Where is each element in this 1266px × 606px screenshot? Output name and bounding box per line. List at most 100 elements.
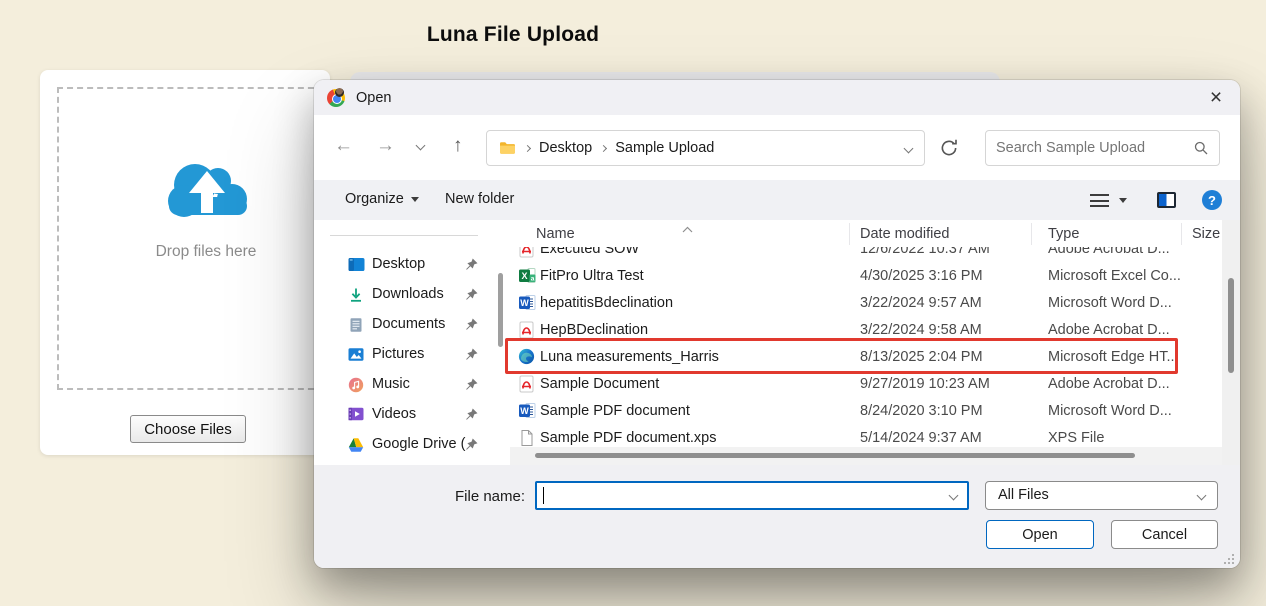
dialog-titlebar: Open × [314, 80, 1240, 115]
horizontal-scrollbar-track[interactable] [510, 447, 1222, 465]
list-view-icon[interactable] [1090, 194, 1109, 207]
pdf-icon [518, 247, 535, 258]
music-icon [348, 377, 365, 394]
resize-grip[interactable] [1223, 552, 1235, 564]
svg-text:a: a [531, 275, 535, 282]
choose-files-button[interactable]: Choose Files [130, 415, 246, 443]
pin-icon[interactable] [464, 377, 479, 392]
horizontal-scrollbar-thumb[interactable] [535, 453, 1135, 458]
chevron-down-icon [1197, 491, 1207, 501]
sidebar-item-documents[interactable]: Documents [314, 310, 510, 340]
file-name-label: File name: [455, 488, 525, 505]
word-icon: W [518, 402, 535, 420]
excel-icon: Xa [518, 267, 535, 285]
vertical-scrollbar-thumb[interactable] [1228, 278, 1234, 373]
dropzone-label: Drop files here [76, 243, 330, 261]
pin-icon[interactable] [464, 257, 479, 272]
vertical-scrollbar-track[interactable] [1222, 220, 1240, 465]
sidebar-scrollbar[interactable] [498, 273, 503, 347]
breadcrumb[interactable]: Desktop Sample Upload [486, 130, 925, 166]
file-type-select[interactable]: All Files [985, 481, 1218, 510]
sidebar-item-google-drive[interactable]: Google Drive ( [314, 430, 510, 460]
column-header-date-modified[interactable]: Date modified [860, 226, 949, 242]
new-folder-button[interactable]: New folder [445, 191, 514, 207]
pictures-icon [348, 347, 365, 364]
upload-card: Drop files here Choose Files [40, 70, 330, 455]
svg-text:W: W [520, 406, 529, 416]
svg-text:X: X [521, 271, 527, 281]
chevron-right-icon [524, 144, 531, 151]
column-divider [849, 223, 850, 245]
pin-icon[interactable] [464, 437, 479, 452]
file-row[interactable]: Xa FitPro Ultra Test 4/30/2025 3:16 PM M… [510, 263, 1222, 290]
sidebar: Desktop Downloads Documents Pictures [314, 220, 510, 465]
organize-button[interactable]: Organize [345, 191, 419, 207]
text-caret [543, 487, 544, 504]
downloads-icon [348, 287, 365, 304]
sidebar-item-videos[interactable]: Videos [314, 400, 510, 430]
sidebar-items: Desktop Downloads Documents Pictures [314, 250, 510, 460]
breadcrumb-item-desktop[interactable]: Desktop [539, 140, 592, 156]
address-dropdown-chevron-icon[interactable] [904, 143, 914, 153]
sidebar-item-music[interactable]: Music [314, 370, 510, 400]
up-arrow-icon[interactable]: ↑ [453, 136, 463, 155]
sort-ascending-icon [682, 220, 693, 238]
page-title: Luna File Upload [0, 23, 1026, 47]
close-icon[interactable]: × [1204, 85, 1228, 109]
videos-icon [348, 407, 365, 424]
file-row[interactable]: W Sample PDF document 8/24/2020 3:10 PM … [510, 398, 1222, 425]
open-file-dialog: Open × ← → ↑ Desktop Sample Upload [314, 80, 1240, 568]
search-input[interactable] [996, 140, 1193, 156]
file-name-combobox [535, 481, 969, 510]
pdf-icon [518, 375, 535, 393]
pin-icon[interactable] [464, 287, 479, 302]
file-row[interactable]: Executed SOW 12/6/2022 10:37 AM Adobe Ac… [510, 247, 1222, 263]
dialog-navbar: ← → ↑ Desktop Sample Upload [314, 115, 1240, 180]
search-icon [1193, 140, 1209, 156]
chevron-down-icon [411, 197, 419, 202]
search-box [985, 130, 1220, 166]
file-row[interactable]: Sample Document 9/27/2019 10:23 AM Adobe… [510, 371, 1222, 398]
pin-icon[interactable] [464, 347, 479, 362]
dialog-footer: File name: All Files Open Cancel [314, 465, 1240, 568]
forward-arrow-icon[interactable]: → [376, 136, 395, 155]
view-options-chevron-icon[interactable] [1119, 198, 1127, 203]
help-button[interactable]: ? [1202, 190, 1222, 210]
profile-avatar [335, 88, 344, 97]
recent-locations-chevron-icon[interactable] [416, 141, 426, 151]
file-type-value: All Files [998, 487, 1049, 503]
file-list-header: Name Date modified Type Size [510, 220, 1222, 247]
sidebar-divider [330, 235, 478, 236]
file-dropzone[interactable]: Drop files here [57, 87, 330, 390]
pdf-icon [518, 321, 535, 339]
dialog-toolbar: Organize New folder ? [314, 180, 1240, 220]
column-header-size[interactable]: Size [1192, 226, 1220, 242]
svg-text:W: W [520, 298, 529, 308]
desktop-icon [348, 257, 365, 274]
word-icon: W [518, 294, 535, 312]
file-row[interactable]: W hepatitisBdeclination 3/22/2024 9:57 A… [510, 290, 1222, 317]
sidebar-item-pictures[interactable]: Pictures [314, 340, 510, 370]
sidebar-item-desktop[interactable]: Desktop [314, 250, 510, 280]
column-header-name[interactable]: Name [536, 226, 575, 242]
back-arrow-icon[interactable]: ← [334, 136, 353, 155]
sidebar-item-downloads[interactable]: Downloads [314, 280, 510, 310]
file-icon [518, 429, 535, 447]
file-row[interactable]: Sample PDF document.xps 5/14/2024 9:37 A… [510, 425, 1222, 447]
pin-icon[interactable] [464, 317, 479, 332]
column-divider [1031, 223, 1032, 245]
column-divider [1181, 223, 1182, 245]
pin-icon[interactable] [464, 407, 479, 422]
dialog-title: Open [356, 90, 391, 106]
preview-pane-icon[interactable] [1157, 192, 1176, 208]
cancel-button[interactable]: Cancel [1111, 520, 1218, 549]
file-name-input[interactable] [543, 485, 941, 505]
folder-icon [499, 141, 516, 155]
column-header-type[interactable]: Type [1048, 226, 1079, 242]
open-button[interactable]: Open [986, 520, 1094, 549]
highlight-rectangle [505, 338, 1178, 374]
chevron-down-icon[interactable] [949, 491, 959, 501]
refresh-icon[interactable] [939, 138, 959, 158]
cloud-upload-icon [155, 153, 259, 233]
breadcrumb-item-sample-upload[interactable]: Sample Upload [615, 140, 714, 156]
